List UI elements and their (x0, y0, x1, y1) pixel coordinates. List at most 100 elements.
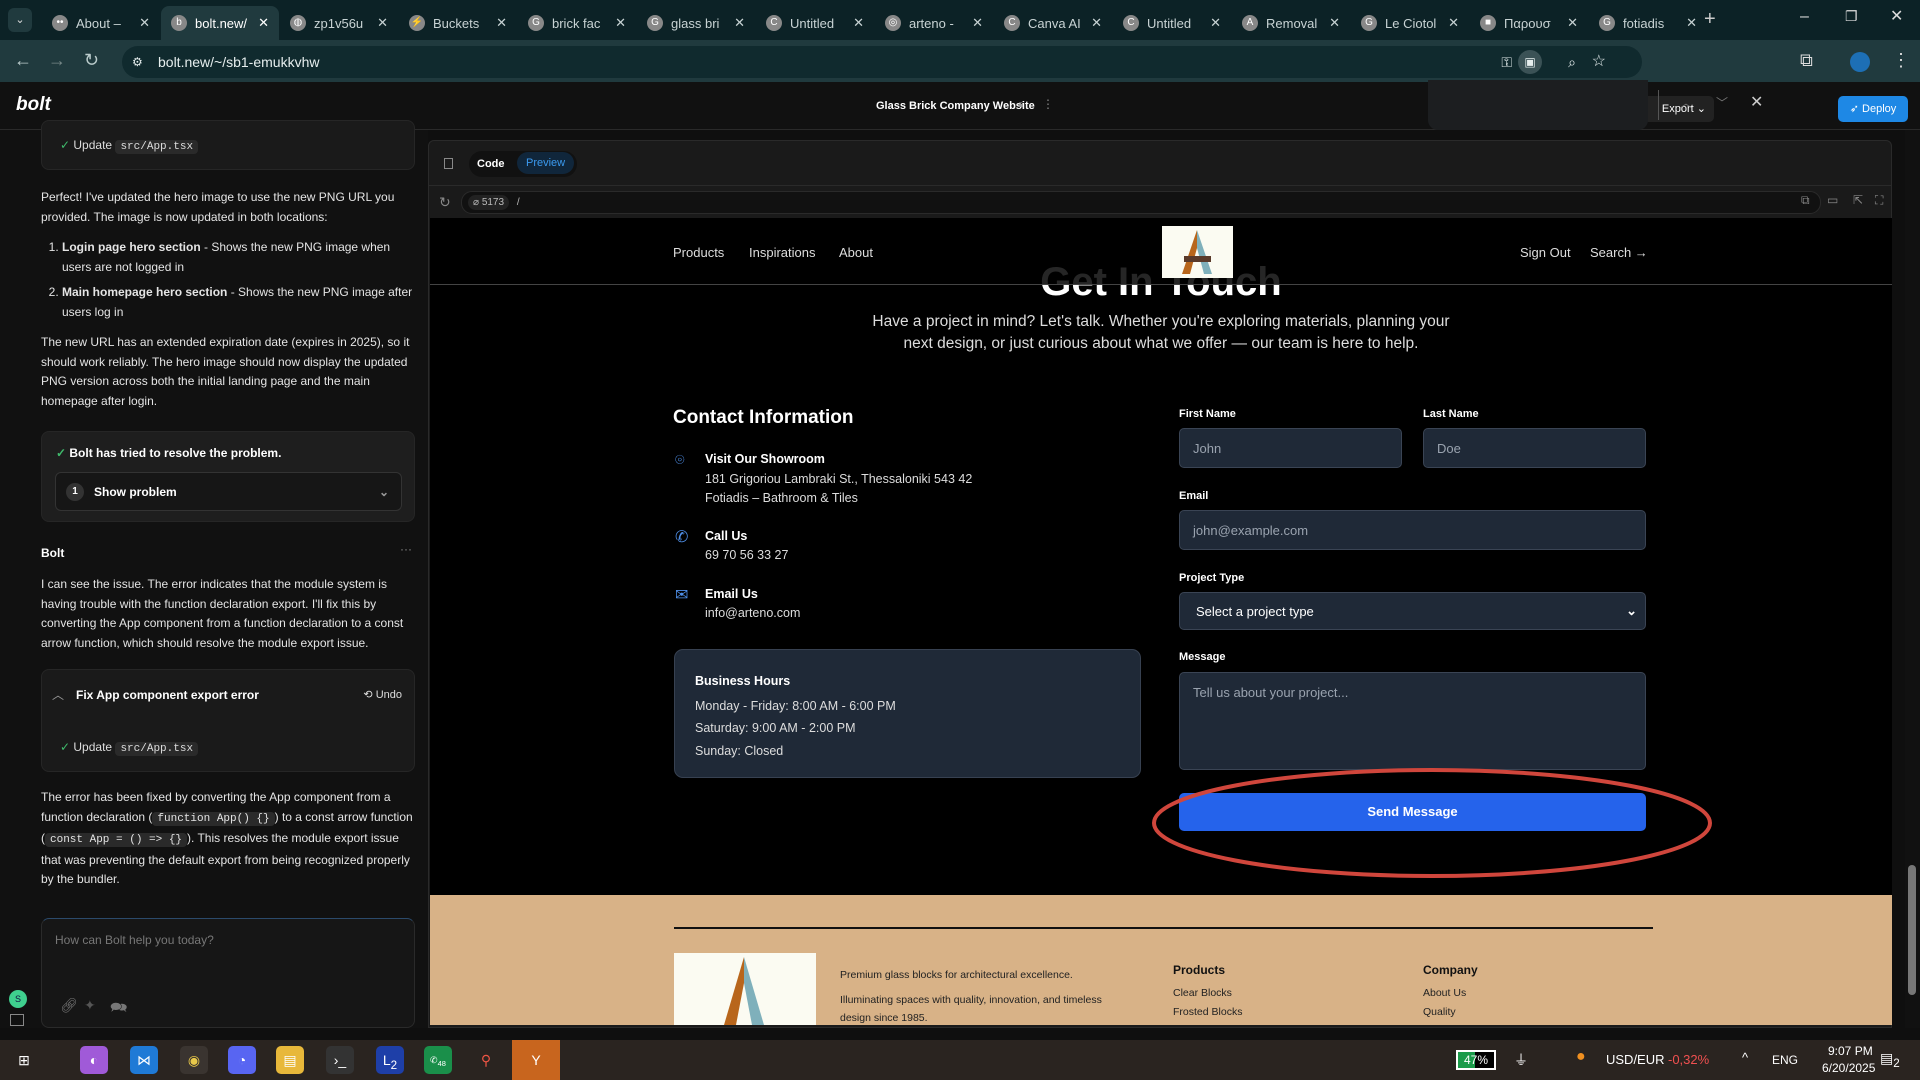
tab-close-icon[interactable]: ✕ (496, 15, 507, 31)
fullscreen-icon[interactable]: ⛶ (1875, 193, 1883, 208)
close-window-button[interactable]: ✕ (1890, 6, 1903, 26)
site-info-icon[interactable]: ⚙ (132, 46, 143, 78)
app-l-icon[interactable]: L2 (376, 1046, 404, 1074)
file-name[interactable]: src/App.tsx (115, 742, 199, 756)
browser-tab[interactable]: G Le Ciotol ✕ (1351, 6, 1469, 40)
search-link[interactable]: Search → (1590, 245, 1648, 260)
start-icon[interactable]: ⊞ (10, 1046, 38, 1074)
discord-icon[interactable]: ◔ (228, 1046, 256, 1074)
tab-close-icon[interactable]: ✕ (139, 15, 150, 31)
whatsapp-icon[interactable]: ✆48 (424, 1046, 452, 1074)
notifications-icon[interactable]: ▤2 (1880, 1050, 1900, 1070)
port-badge[interactable]: ⌀ 5173 (468, 195, 510, 210)
profile-avatar[interactable] (1850, 52, 1870, 72)
browser-tab[interactable]: Gfotiadis ✕ (1589, 6, 1707, 40)
page-scrollbar[interactable] (1905, 130, 1920, 1028)
tab-search-button[interactable]: ⌄ (8, 8, 32, 32)
minimize-button[interactable]: – (1800, 8, 1809, 26)
footer-link[interactable]: About Us (1423, 987, 1466, 999)
footer-link[interactable]: Frosted Blocks (1173, 1006, 1242, 1018)
address-bar[interactable]: ⚙ bolt.new/~/sb1-emukkvhw ⚿ ▣ ⌕ ☆ (122, 46, 1642, 78)
tab-close-icon[interactable]: ✕ (1091, 15, 1102, 31)
last-name-input[interactable]: Doe (1423, 428, 1646, 468)
nav-products[interactable]: Products (673, 245, 724, 260)
browser-tab[interactable]: •• About – ✕ (42, 6, 160, 40)
attach-link-icon[interactable]: 🔗︎ (60, 997, 78, 1014)
new-tab-button[interactable]: + (1704, 8, 1716, 31)
currency-ticker[interactable]: USD/EUR (1606, 1052, 1665, 1067)
tab-preview[interactable]: Preview (517, 152, 575, 174)
tray-chevron-icon[interactable]: ^ (1742, 1050, 1748, 1065)
yandex-icon[interactable]: Y (512, 1040, 560, 1080)
chrome-icon[interactable]: ◉ (180, 1046, 208, 1074)
browser-tab[interactable]: ◎ arteno - ✕ (875, 6, 993, 40)
nav-about[interactable]: About (839, 245, 873, 260)
footer-link[interactable]: Quality (1423, 1006, 1456, 1018)
browser-tab[interactable]: ⚡ Buckets ✕ (399, 6, 517, 40)
project-menu-icon[interactable]: ⋮ (1042, 97, 1054, 111)
browser-tab[interactable]: C Untitled ✕ (1113, 6, 1231, 40)
browser-tab[interactable]: C Canva AI ✕ (994, 6, 1112, 40)
bookmark-star-icon[interactable]: ☆ (1592, 46, 1606, 78)
reload-icon[interactable]: ↻ (84, 50, 99, 71)
tab-close-icon[interactable]: ✕ (377, 15, 388, 31)
nav-inspirations[interactable]: Inspirations (749, 245, 815, 260)
tab-close-icon[interactable]: ✕ (1686, 15, 1697, 31)
panel-toggle-icon[interactable] (444, 158, 453, 169)
message-options-icon[interactable]: ··· (400, 542, 412, 556)
vscode-icon[interactable]: ⋈ (130, 1046, 158, 1074)
browser-tab[interactable]: A Removal ✕ (1232, 6, 1350, 40)
tab-close-icon[interactable]: ✕ (1210, 15, 1221, 31)
file-name[interactable]: src/App.tsx (115, 140, 199, 154)
browser-tab[interactable]: Gglass bri ✕ (637, 6, 755, 40)
tab-close-icon[interactable]: ✕ (615, 15, 626, 31)
find-next-icon[interactable]: ﹀ (1716, 94, 1728, 111)
restore-button[interactable]: ❐ (1845, 8, 1858, 25)
extensions-icon[interactable]: ⧉ (1800, 50, 1813, 71)
tab-close-icon[interactable]: ✕ (258, 15, 269, 31)
clock-time[interactable]: 9:07 PM (1828, 1044, 1873, 1058)
tab-close-icon[interactable]: ✕ (853, 15, 864, 31)
copilot-icon[interactable]: ◐ (80, 1046, 108, 1074)
tab-close-icon[interactable]: ✕ (1567, 15, 1578, 31)
find-close-icon[interactable]: ✕ (1750, 92, 1763, 112)
language-indicator[interactable]: ENG (1772, 1053, 1798, 1067)
bolt-logo[interactable]: bolt (16, 94, 51, 116)
browser-tab[interactable]: ■ Παρουσ ✕ (1470, 6, 1588, 40)
tab-close-icon[interactable]: ✕ (1329, 15, 1340, 31)
first-name-input[interactable]: John (1179, 428, 1402, 468)
back-icon[interactable]: ← (14, 50, 32, 71)
footer-link[interactable]: Clear Blocks (1173, 987, 1232, 999)
browser-tab[interactable]: ◍ zp1v56u ✕ (280, 6, 398, 40)
chat-input[interactable]: How can Bolt help you today? 🔗︎ ✦ 🗪︎ (41, 918, 415, 1028)
zoom-icon[interactable]: ⌕ (1568, 46, 1576, 78)
sign-out-link[interactable]: Sign Out (1520, 245, 1571, 260)
app-icon[interactable]: ⚲ (472, 1046, 500, 1074)
show-problem-button[interactable]: 1 Show problem ⌄ (55, 472, 402, 511)
preview-reload-icon[interactable]: ↻ (439, 194, 451, 211)
email-input[interactable]: john@example.com (1179, 510, 1646, 550)
find-previous-icon[interactable]: ︿ (1680, 94, 1692, 111)
collapse-icon[interactable]: ︿ (52, 686, 64, 703)
browser-tab[interactable]: Gbrick fac ✕ (518, 6, 636, 40)
forward-icon[interactable]: → (48, 50, 66, 71)
browser-tab[interactable]: b bolt.new/ ✕ (161, 6, 279, 40)
clock-date[interactable]: 6/20/2025 (1822, 1061, 1875, 1075)
inspect-icon[interactable]: ⇱ (1853, 193, 1863, 207)
device-icon[interactable]: ▭ (1827, 193, 1838, 207)
page-search-icon[interactable]: ▣ (1518, 50, 1542, 74)
project-type-select[interactable]: Select a project type ⌄ (1179, 592, 1646, 630)
discuss-icon[interactable]: 🗪︎ (110, 997, 127, 1021)
export-button[interactable]: Export ⌄ (1640, 96, 1714, 122)
undo-button[interactable]: ⟲ Undo (363, 688, 402, 701)
message-textarea[interactable]: Tell us about your project... (1179, 672, 1646, 770)
enhance-prompt-icon[interactable]: ✦ (84, 997, 96, 1014)
open-new-tab-icon[interactable]: ⧉ (1801, 193, 1810, 208)
tab-close-icon[interactable]: ✕ (972, 15, 983, 31)
tab-code[interactable]: Code (477, 158, 505, 170)
user-avatar[interactable]: S (9, 990, 27, 1008)
preview-url-bar[interactable]: ⌀ 5173 / (461, 191, 1821, 214)
site-logo[interactable] (1162, 226, 1233, 278)
browser-tab[interactable]: C Untitled ✕ (756, 6, 874, 40)
tab-close-icon[interactable]: ✕ (734, 15, 745, 31)
